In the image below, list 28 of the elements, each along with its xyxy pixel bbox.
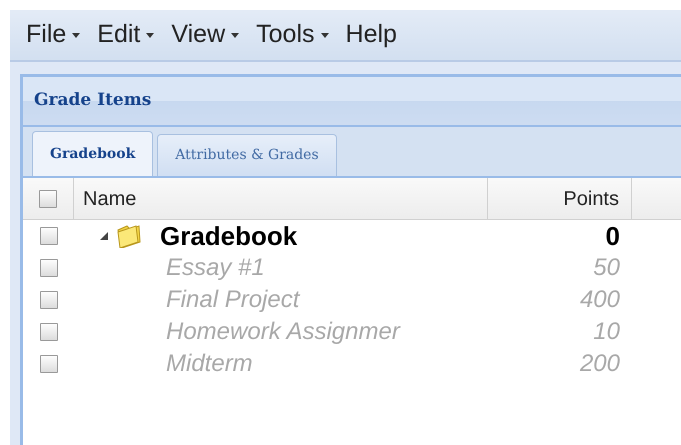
menu-item[interactable]: Tools — [256, 16, 329, 54]
checkbox[interactable] — [40, 291, 58, 309]
points-value: 10 — [593, 318, 620, 345]
tab[interactable]: Gradebook — [32, 131, 154, 176]
menu-item[interactable]: View — [171, 16, 240, 54]
folder-icon — [116, 224, 142, 248]
checkbox[interactable] — [40, 259, 58, 277]
checkbox[interactable] — [39, 190, 57, 208]
item-name: Midterm — [166, 349, 253, 379]
checkbox[interactable] — [40, 227, 58, 245]
tab[interactable]: Attributes & Grades — [157, 134, 337, 176]
collapse-icon[interactable] — [100, 232, 108, 240]
points-value: 0 — [606, 220, 620, 250]
points-value: 50 — [593, 254, 620, 281]
menu-item[interactable]: Help — [346, 16, 397, 54]
checkbox[interactable] — [40, 323, 58, 341]
item-name: Essay #1 — [166, 253, 265, 283]
menu-item[interactable]: File — [26, 16, 80, 54]
column-heading: Points — [563, 186, 619, 212]
item-name: Homework Assignmer — [166, 317, 400, 347]
menu-item[interactable]: Edit — [97, 16, 154, 54]
checkbox[interactable] — [40, 355, 58, 373]
item-name: Gradebook — [160, 220, 298, 252]
item-name: Final Project — [166, 285, 300, 315]
panel-title: Grade Items — [34, 89, 152, 112]
points-value: 200 — [580, 350, 620, 377]
points-value: 400 — [580, 286, 620, 313]
column-heading: Name — [83, 186, 136, 212]
